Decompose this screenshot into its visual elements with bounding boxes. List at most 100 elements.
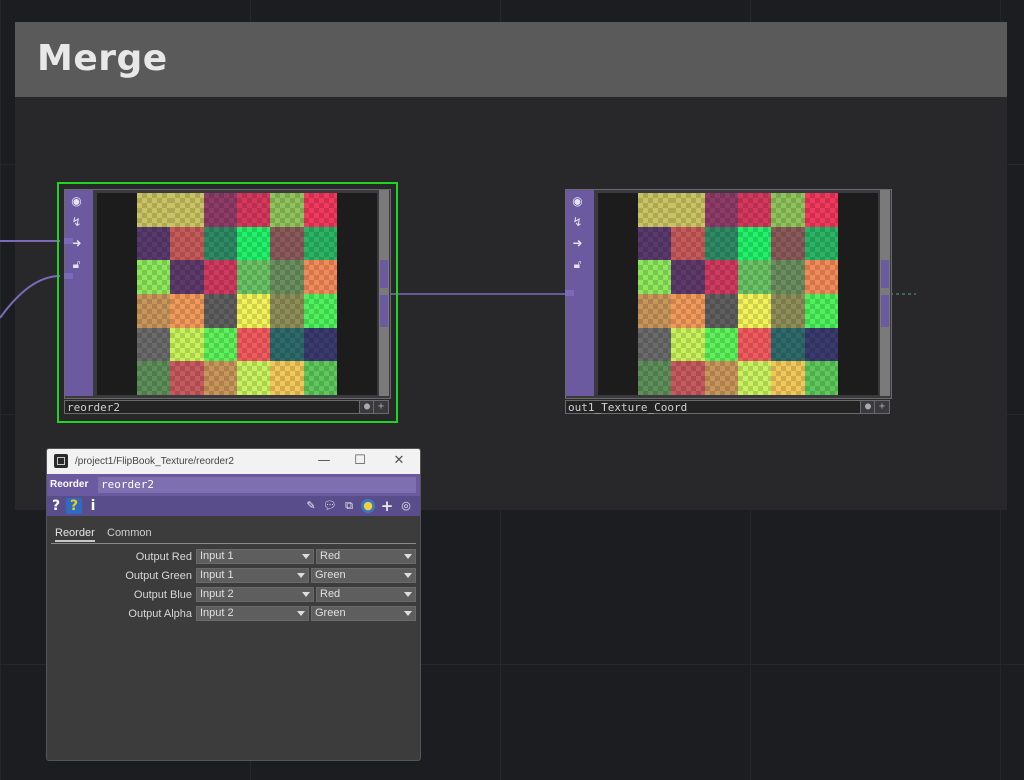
parameter-tabs: Reorder Common (51, 525, 416, 544)
operator-name-field[interactable]: reorder2 (98, 477, 416, 493)
texture-tile (137, 193, 171, 227)
target-icon[interactable]: ◎ (399, 499, 413, 513)
texture-tile (303, 260, 338, 294)
texture-tile (203, 193, 238, 227)
lock-flag-icon[interactable]: 🔓︎ (570, 257, 585, 272)
edit-pencil-icon[interactable]: ✎ (304, 499, 318, 513)
param-row-output-red: Output Red Input 1 Red (47, 549, 420, 566)
node-reorder2[interactable]: ◉ ↯ ➜ 🔓︎ reorder2 ● + (57, 182, 398, 423)
texture-tile (638, 226, 672, 261)
texture-tile (704, 260, 739, 294)
texture-tile (270, 361, 304, 395)
texture-tile (804, 327, 839, 362)
texture-tile (170, 226, 204, 261)
param-row-output-green: Output Green Input 1 Green (47, 568, 420, 585)
viewer-flag-icon[interactable]: ◉ (69, 194, 84, 209)
output-connector-2[interactable] (380, 295, 388, 327)
add-icon[interactable]: + (874, 401, 889, 413)
channel-select-value: Green (315, 607, 346, 619)
input-select-value: Input 1 (200, 550, 234, 562)
texture-tile (303, 327, 338, 362)
texture-tile (137, 226, 171, 261)
texture-tile (270, 260, 304, 294)
wire-input-curve[interactable] (0, 275, 61, 319)
texture-tile (737, 260, 772, 294)
input-connector-1[interactable] (64, 238, 73, 244)
texture-tile (671, 361, 705, 395)
display-flag-icon[interactable]: ● (860, 401, 875, 413)
dialog-toolbar: ? ? i ✎ 💬︎ ⧉ ● + ◎ (47, 496, 420, 516)
chevron-down-icon (297, 611, 305, 616)
node-right-bar (880, 190, 890, 396)
texture-tile (170, 327, 204, 362)
texture-tile (270, 327, 304, 362)
chevron-down-icon (404, 592, 412, 597)
texture-tile (737, 294, 772, 328)
texture-tile (638, 361, 672, 395)
input-select-value: Input 1 (200, 569, 234, 581)
texture-tile (203, 226, 238, 261)
texture-tile (671, 226, 705, 261)
add-icon[interactable]: + (373, 401, 388, 413)
texture-tile (270, 294, 304, 328)
channel-select[interactable]: Red (316, 549, 416, 564)
texture-tile (137, 260, 171, 294)
info-button[interactable]: i (89, 498, 97, 514)
add-parameter-icon[interactable]: + (380, 499, 394, 514)
channel-select[interactable]: Red (316, 587, 416, 602)
pass-through-icon[interactable]: ➜ (570, 236, 585, 251)
channel-select[interactable]: Green (311, 568, 416, 583)
texture-tile (203, 361, 238, 395)
texture-tile (203, 294, 238, 328)
display-flag-icon[interactable]: ● (359, 401, 374, 413)
input-select[interactable]: Input 1 (196, 568, 309, 583)
node-viewer (97, 193, 377, 395)
comment-icon[interactable]: 💬︎ (323, 499, 337, 513)
node-name-bar[interactable]: out1_Texture_Coord ● + (565, 400, 890, 414)
chevron-down-icon (297, 573, 305, 578)
input-connector-1[interactable] (565, 290, 574, 296)
texture-tile (671, 327, 705, 362)
input-select[interactable]: Input 2 (196, 606, 309, 621)
texture-tile (170, 361, 204, 395)
texture-tile (771, 294, 805, 328)
texture-tile (737, 226, 772, 261)
tab-common[interactable]: Common (107, 527, 152, 539)
node-name-bar[interactable]: reorder2 ● + (64, 400, 389, 414)
chevron-down-icon (302, 592, 310, 597)
texture-tile (737, 193, 772, 227)
texture-tile (638, 260, 672, 294)
output-connector-2[interactable] (881, 295, 889, 327)
bypass-flag-icon[interactable]: ↯ (69, 215, 84, 230)
maximize-button[interactable]: ☐ (345, 452, 375, 470)
channel-select[interactable]: Green (311, 606, 416, 621)
texture-tile (771, 226, 805, 261)
clone-icon[interactable]: ⧉ (342, 499, 356, 513)
param-label: Output Alpha (128, 608, 192, 620)
texture-tile (270, 193, 304, 227)
help-button[interactable]: ? (51, 498, 61, 514)
texture-tile (638, 327, 672, 362)
viewer-flag-icon[interactable]: ◉ (570, 194, 585, 209)
texture-tile (771, 260, 805, 294)
texture-tile (804, 260, 839, 294)
chevron-down-icon (404, 611, 412, 616)
chevron-down-icon (404, 573, 412, 578)
node-out1-texture-coord[interactable]: ◉ ↯ ➜ 🔓︎ out1_Texture_Coord ● + (558, 182, 899, 423)
lock-flag-icon[interactable]: 🔓︎ (69, 257, 84, 272)
output-connector[interactable] (881, 260, 889, 288)
python-icon[interactable]: ● (361, 499, 375, 513)
texture-tile (303, 226, 338, 261)
tab-reorder[interactable]: Reorder (55, 527, 95, 542)
operator-help-icon[interactable]: ? (66, 498, 82, 514)
input-connector-2[interactable] (64, 273, 73, 279)
output-connector[interactable] (380, 260, 388, 288)
app-icon (54, 454, 68, 468)
input-select[interactable]: Input 1 (196, 549, 314, 564)
bypass-flag-icon[interactable]: ↯ (570, 215, 585, 230)
parameter-dialog[interactable]: /project1/FlipBook_Texture/reorder2 — ☐ … (46, 448, 421, 761)
dialog-titlebar[interactable]: /project1/FlipBook_Texture/reorder2 — ☐ … (47, 449, 420, 474)
minimize-button[interactable]: — (309, 452, 339, 470)
close-button[interactable]: ✕ (384, 452, 414, 470)
input-select[interactable]: Input 2 (196, 587, 314, 602)
